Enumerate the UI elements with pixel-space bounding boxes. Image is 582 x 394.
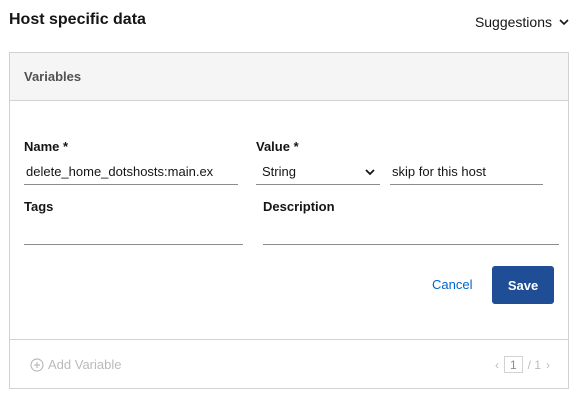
value-type-select[interactable]: String bbox=[256, 159, 380, 185]
next-page-button[interactable]: › bbox=[546, 358, 550, 372]
page-title: Host specific data bbox=[9, 11, 146, 28]
prev-page-button[interactable]: ‹ bbox=[495, 358, 499, 372]
current-page-input[interactable]: 1 bbox=[503, 356, 523, 373]
plus-circle-icon bbox=[30, 357, 44, 372]
host-specific-data-page: Host specific data Suggestions Variables… bbox=[0, 0, 582, 394]
variables-card-header: Variables bbox=[10, 53, 568, 101]
value-label: Value * bbox=[256, 139, 299, 154]
variables-card-footer: Add Variable ‹ 1 / 1 › bbox=[10, 339, 568, 389]
value-type-selected: String bbox=[262, 164, 296, 179]
variables-title: Variables bbox=[24, 69, 82, 84]
description-input[interactable] bbox=[263, 219, 559, 245]
chevron-down-icon bbox=[365, 168, 375, 175]
variables-card: Variables Name * delete_home_dotshosts:m… bbox=[9, 52, 569, 389]
name-label: Name * bbox=[24, 139, 69, 154]
add-variable-button[interactable]: Add Variable bbox=[30, 357, 121, 372]
pagination: ‹ 1 / 1 › bbox=[495, 356, 550, 373]
add-variable-label: Add Variable bbox=[48, 357, 122, 372]
tags-input[interactable] bbox=[24, 219, 243, 245]
tags-label: Tags bbox=[24, 199, 54, 214]
value-input[interactable]: skip for this host bbox=[390, 159, 543, 185]
name-input[interactable]: delete_home_dotshosts:main.ex bbox=[24, 159, 238, 185]
total-pages: / 1 bbox=[527, 357, 541, 372]
save-button[interactable]: Save bbox=[492, 266, 554, 304]
chevron-down-icon bbox=[559, 19, 569, 26]
suggestions-label: Suggestions bbox=[474, 14, 552, 30]
description-label: Description bbox=[263, 199, 335, 214]
cancel-button[interactable]: Cancel bbox=[432, 277, 472, 292]
suggestions-toggle[interactable]: Suggestions bbox=[475, 14, 570, 30]
